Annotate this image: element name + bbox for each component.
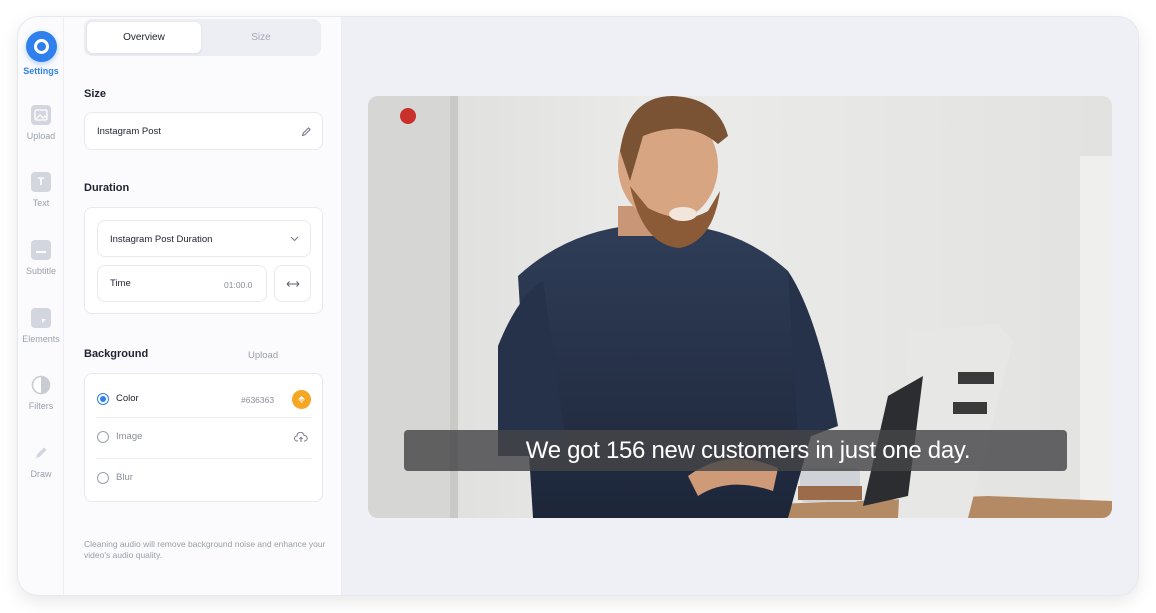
rail-item-label: Upload <box>26 131 56 141</box>
duration-section-title: Duration <box>84 182 130 194</box>
rail-item-draw[interactable]: Draw <box>18 443 64 479</box>
size-field[interactable]: Instagram Post <box>84 112 323 150</box>
subtitle-caption[interactable]: We got 156 new customers in just one day… <box>404 430 1067 471</box>
elements-icon <box>31 308 51 328</box>
rail-item-label: Text <box>32 198 50 208</box>
rail-item-upload[interactable]: Upload <box>18 105 64 141</box>
subtitle-icon <box>31 240 51 260</box>
rail-item-subtitle[interactable]: Subtitle <box>18 240 64 276</box>
color-hex-value: #636363 <box>241 395 275 405</box>
rail-item-label: Filters <box>28 401 54 411</box>
settings-panel: Overview Size Size Instagram Post Durati… <box>64 17 342 595</box>
tab-size[interactable]: Size <box>204 22 318 53</box>
tool-rail: Settings Upload T Text Subtitle Elements <box>18 17 64 595</box>
rail-item-label: Draw <box>30 469 52 479</box>
filters-icon <box>31 375 51 395</box>
settings-icon <box>25 31 57 62</box>
time-label: Time <box>110 278 131 289</box>
background-section-title: Background <box>84 348 149 360</box>
caption-text: We got 156 new customers in just one day… <box>525 436 971 464</box>
panel-tabs: Overview Size <box>84 19 321 56</box>
duration-card: Instagram Post Duration Time 01:00.0 <box>84 207 323 314</box>
paint-bucket-icon[interactable] <box>292 390 311 409</box>
color-radio[interactable] <box>97 393 109 405</box>
blur-option-label: Blur <box>116 472 133 483</box>
image-icon <box>31 105 51 125</box>
background-card: Color #636363 Image Blur <box>84 373 323 502</box>
divider <box>97 417 311 418</box>
rail-item-settings[interactable]: Settings <box>18 31 64 76</box>
blur-radio[interactable] <box>97 472 109 484</box>
divider <box>97 458 311 459</box>
horizontal-arrows-icon <box>284 277 302 291</box>
cloud-upload-icon[interactable] <box>293 430 309 444</box>
editor-window: Settings Upload T Text Subtitle Elements <box>18 17 1138 595</box>
pencil-icon[interactable] <box>299 124 313 138</box>
rail-item-label: Subtitle <box>25 266 57 276</box>
expand-time-button[interactable] <box>274 265 311 302</box>
time-field[interactable]: Time 01:00.0 <box>97 265 267 302</box>
duration-select[interactable]: Instagram Post Duration <box>97 220 311 257</box>
chevron-down-icon <box>288 233 300 245</box>
color-option-label: Color <box>116 393 139 404</box>
rail-item-text[interactable]: T Text <box>18 172 64 208</box>
image-radio[interactable] <box>97 431 109 443</box>
text-icon: T <box>31 172 51 192</box>
image-option-label: Image <box>116 431 143 442</box>
tab-overview[interactable]: Overview <box>87 22 201 53</box>
size-value: Instagram Post <box>97 126 161 137</box>
pen-icon <box>31 443 51 463</box>
time-value: 01:00.0 <box>224 280 253 290</box>
rail-item-elements[interactable]: Elements <box>18 308 64 344</box>
background-upload-link[interactable]: Upload <box>248 350 278 361</box>
size-section-title: Size <box>84 88 107 100</box>
rail-item-filters[interactable]: Filters <box>18 375 64 411</box>
duration-select-value: Instagram Post Duration <box>110 234 213 245</box>
rail-item-label: Elements <box>22 334 60 344</box>
rail-item-label: Settings <box>23 66 59 76</box>
audio-cleaning-note: Cleaning audio will remove background no… <box>84 539 326 560</box>
